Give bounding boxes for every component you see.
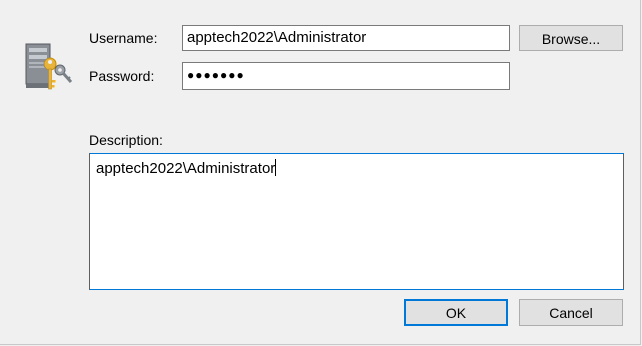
username-field[interactable]: apptech2022\Administrator bbox=[182, 25, 510, 51]
browse-button[interactable]: Browse... bbox=[519, 25, 623, 51]
username-label: Username: bbox=[89, 30, 158, 46]
key-and-computer-icon bbox=[25, 43, 73, 90]
text-caret bbox=[275, 159, 277, 176]
description-text: apptech2022\Administrator bbox=[96, 160, 276, 177]
credential-dialog: Username: apptech2022\Administrator Brow… bbox=[0, 0, 641, 345]
description-textarea[interactable]: apptech2022\Administrator bbox=[89, 153, 624, 290]
cancel-button[interactable]: Cancel bbox=[519, 299, 623, 326]
ok-button[interactable]: OK bbox=[404, 299, 508, 326]
description-label: Description: bbox=[89, 132, 163, 148]
password-field[interactable]: ●●●●●●● bbox=[182, 62, 510, 90]
password-label: Password: bbox=[89, 68, 155, 84]
